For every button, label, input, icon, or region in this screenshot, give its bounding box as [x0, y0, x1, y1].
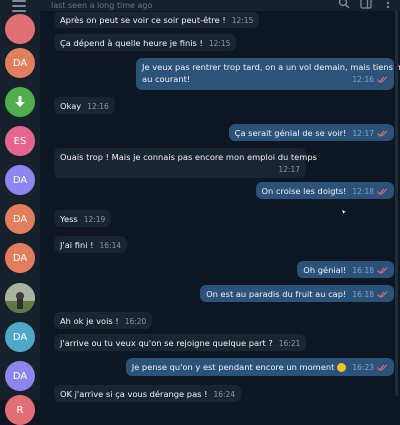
avatar[interactable]: DA [5, 165, 35, 195]
avatar[interactable]: DA [5, 204, 35, 234]
avatar-initials: DA [13, 175, 27, 186]
message-time: 12:17 [278, 165, 300, 174]
avatar[interactable]: DA [5, 243, 35, 273]
message-text: Yess [60, 214, 78, 224]
message-text-line-1: Je veux pas rentrer trop tard, on a un v… [142, 61, 388, 73]
avatar-initials: R [17, 405, 24, 416]
message-text: On croise les doigts! [262, 186, 347, 196]
message-outgoing: Ça serait génial de se voir! 12:17 [229, 124, 394, 141]
avatar[interactable]: DA [5, 361, 35, 391]
chat-list-sidebar: DA ES DA DA DA DA DA R [0, 0, 40, 400]
message-incoming: Après on peut se voir ce soir peut-être … [54, 12, 259, 28]
mouse-cursor-icon [342, 210, 346, 214]
last-seen-status: last seen a long time ago [51, 1, 152, 10]
avatar[interactable]: DA [5, 322, 35, 352]
message-text: On est au paradis du fruit au cap! [206, 289, 346, 299]
message-time: 12:15 [232, 16, 254, 25]
message-incoming: Ah ok je vois ! 16:20 [54, 312, 152, 329]
message-time: 12:19 [84, 215, 106, 224]
message-text: Ça serait génial de se voir! [235, 128, 347, 138]
avatar-initials: DA [13, 371, 27, 382]
message-text: Okay [60, 101, 81, 111]
avatar[interactable] [5, 87, 35, 117]
read-checkmarks-icon [377, 364, 388, 371]
message-outgoing: Je pense qu'on y est pendant encore un m… [126, 358, 394, 376]
scrollbar[interactable] [395, 10, 398, 396]
read-checkmarks-icon [377, 188, 388, 195]
photo-avatar-image [5, 283, 35, 313]
message-outgoing: Oh génial! 16:18 [297, 261, 394, 278]
message-time: 12:16 [352, 75, 374, 84]
message-text: Après on peut se voir ce soir peut-être … [60, 15, 226, 25]
message-outgoing: On croise les doigts! 12:18 [256, 182, 394, 199]
avatar-photo[interactable] [5, 283, 35, 313]
message-text: Ah ok je vois ! [60, 316, 119, 326]
read-checkmarks-icon [377, 130, 388, 137]
message-text: Je pense qu'on y est pendant encore un m… [132, 362, 335, 372]
menu-icon[interactable] [12, 0, 26, 15]
message-outgoing: On est au paradis du fruit au cap! 16:18 [200, 285, 394, 302]
message-time: 16:23 [352, 363, 374, 372]
search-icon[interactable] [338, 0, 350, 9]
message-incoming: Ouais trop ! Mais je connais pas encore … [54, 148, 306, 178]
message-time: 12:16 [87, 102, 109, 111]
message-text: J'arrive ou tu veux qu'on se rejoigne qu… [60, 338, 273, 348]
message-time: 12:18 [352, 187, 374, 196]
read-checkmarks-icon [377, 291, 388, 298]
avatar-initials: ES [14, 136, 27, 147]
message-incoming: Okay 12:16 [54, 97, 115, 114]
message-time: 16:21 [279, 339, 301, 348]
message-text: OK j'arrive si ça vous dérange pas ! [60, 389, 207, 399]
message-incoming: Ça dépend à quelle heure je finis ! 12:15 [54, 34, 236, 51]
chat-header: last seen a long time ago [0, 0, 400, 11]
message-outgoing: Je veux pas rentrer trop tard, on a un v… [136, 58, 394, 90]
message-text: Ouais trop ! Mais je connais pas encore … [60, 151, 300, 163]
message-incoming: OK j'arrive si ça vous dérange pas ! 16:2… [54, 385, 241, 402]
message-time: 16:18 [352, 266, 374, 275]
read-checkmarks-icon [377, 267, 388, 274]
avatar-initials: DA [13, 253, 27, 264]
avatar[interactable]: DA [5, 48, 35, 78]
smiling-face-emoji-icon [337, 363, 346, 372]
message-time: 16:18 [352, 290, 374, 299]
message-time: 12:17 [352, 129, 374, 138]
avatar[interactable] [5, 14, 35, 44]
message-text-line-2: au courant! [142, 74, 190, 84]
message-incoming: Yess 12:19 [54, 210, 111, 227]
avatar-initials: DA [13, 58, 27, 69]
sidebar-panel-icon[interactable] [360, 0, 372, 9]
avatar-initials: DA [13, 214, 27, 225]
message-time: 16:24 [213, 390, 235, 399]
message-incoming: J'arrive ou tu veux qu'on se rejoigne qu… [54, 334, 306, 351]
message-area: Après on peut se voir ce soir peut-être … [40, 0, 400, 400]
message-time: 12:15 [209, 39, 231, 48]
message-text: Ça dépend à quelle heure je finis ! [60, 38, 203, 48]
message-text: Oh génial! [303, 265, 346, 275]
avatar-initials: DA [13, 332, 27, 343]
message-incoming: J'ai fini ! 16:14 [54, 236, 127, 253]
more-options-icon[interactable] [382, 0, 394, 9]
message-time: 16:14 [100, 241, 122, 250]
avatar[interactable]: ES [5, 126, 35, 156]
download-arrow-icon [12, 94, 28, 110]
message-time: 16:20 [125, 317, 147, 326]
message-text: J'ai fini ! [60, 240, 94, 250]
read-checkmarks-icon [377, 76, 388, 83]
